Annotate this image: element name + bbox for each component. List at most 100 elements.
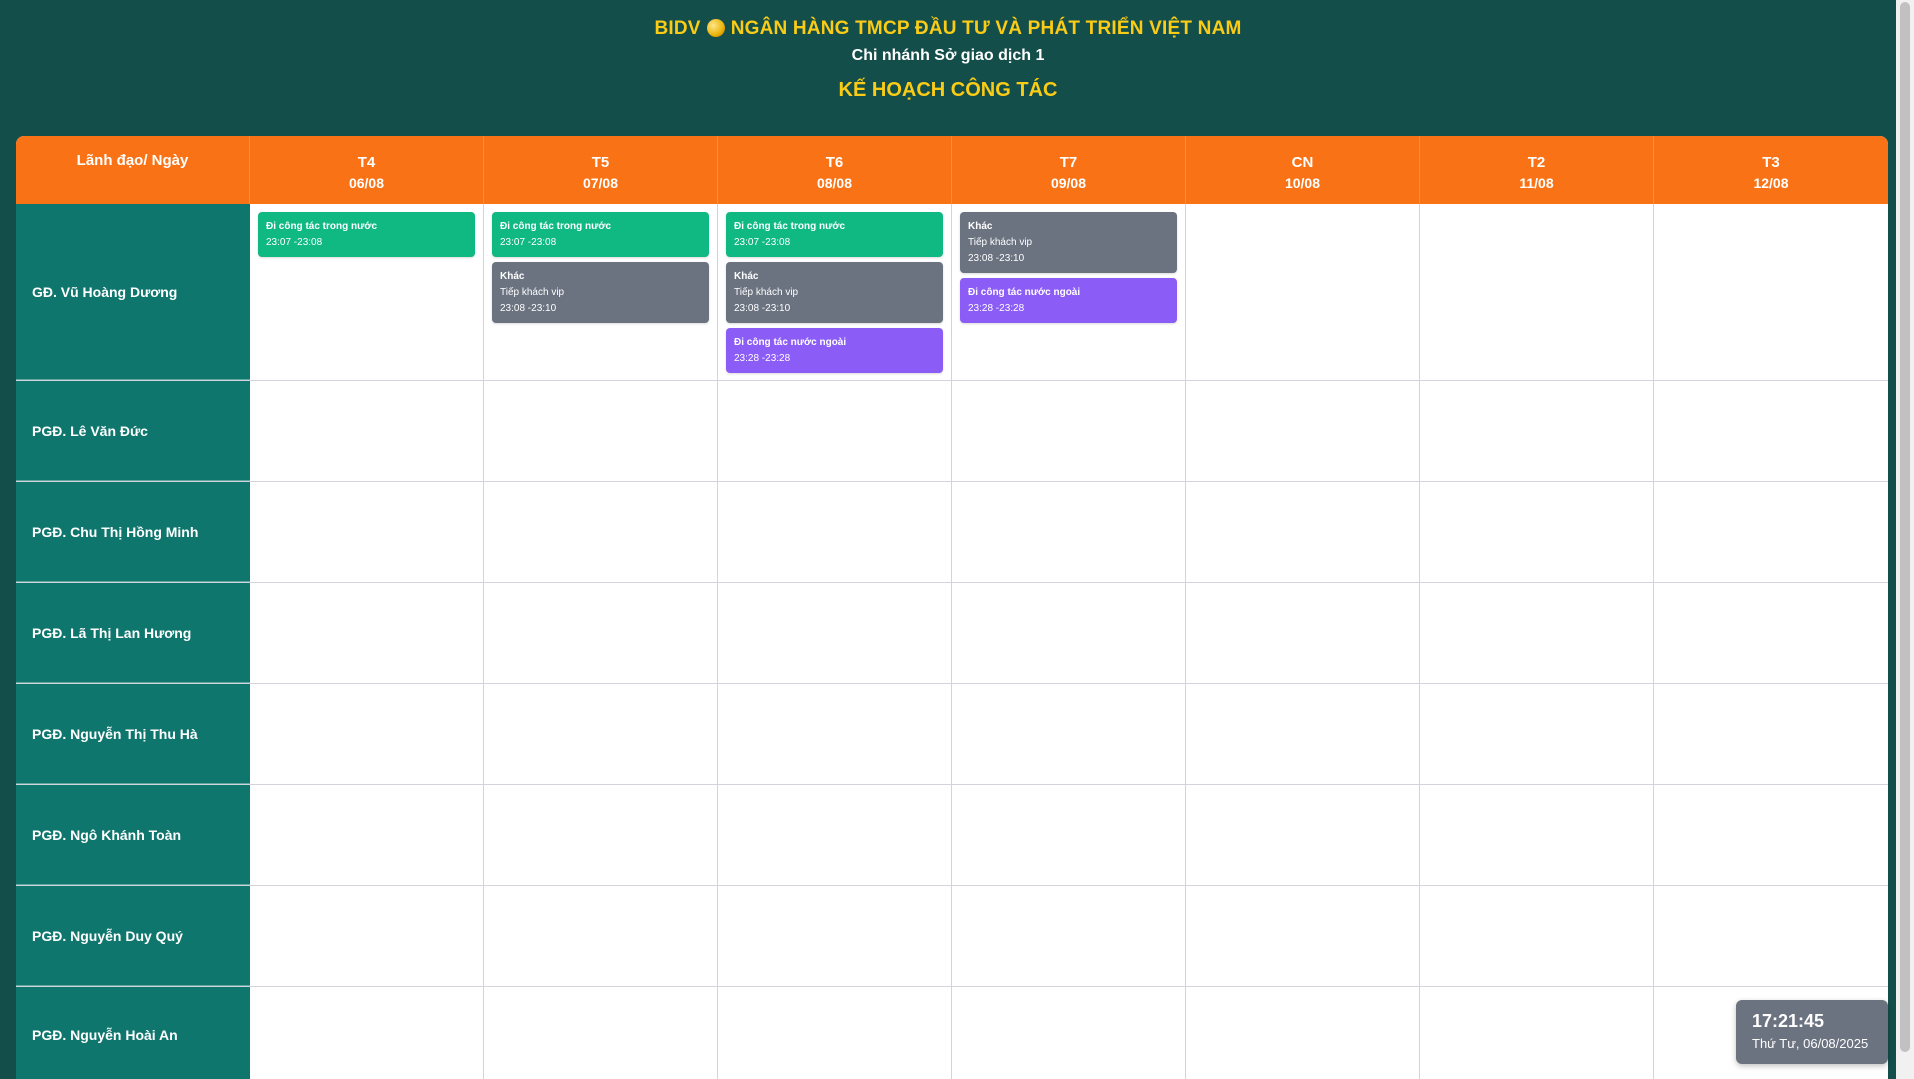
day-cell[interactable] [1654,204,1888,380]
event-card[interactable]: Đi công tác trong nước 23:07 -23:08 [492,212,709,257]
day-cell[interactable] [952,482,1186,582]
bank-code: BIDV [654,18,701,39]
vertical-scrollbar[interactable] [1896,0,1914,1079]
day-cell[interactable] [1654,583,1888,683]
day-cell[interactable] [718,886,952,986]
day-cell[interactable] [718,684,952,784]
event-card[interactable]: Khác Tiếp khách vip 23:08 -23:10 [492,262,709,323]
table-row: PGĐ. Ngô Khánh Toàn [16,785,1888,886]
leader-name: GĐ. Vũ Hoàng Dương [16,204,250,380]
day-cell[interactable] [718,987,952,1079]
day-cell[interactable] [1186,482,1420,582]
day-cell[interactable] [1186,204,1420,380]
day-cell[interactable] [1420,583,1654,683]
day-cell[interactable] [1186,381,1420,481]
day-header: T5 07/08 [484,136,718,204]
day-cell[interactable] [484,684,718,784]
day-cell[interactable] [718,583,952,683]
event-desc: Tiếp khách vip [734,287,799,298]
day-cell[interactable] [250,886,484,986]
day-date: 09/08 [1050,175,1087,191]
event-card[interactable]: Đi công tác trong nước 23:07 -23:08 [258,212,475,257]
day-of-week: T2 [1527,154,1546,171]
table-row: PGĐ. Nguyễn Thị Thu Hà [16,684,1888,785]
event-card[interactable]: Khác Tiếp khách vip 23:08 -23:10 [726,262,943,323]
day-cell[interactable] [250,482,484,582]
leader-name: PGĐ. Nguyễn Hoài An [16,987,250,1079]
scrollbar-thumb[interactable] [1900,2,1910,1052]
day-cell[interactable] [250,381,484,481]
leader-name: PGĐ. Lê Văn Đức [16,381,250,481]
day-cell[interactable] [952,684,1186,784]
day-header: T7 09/08 [952,136,1186,204]
bidv-logo-icon [706,19,725,37]
day-of-week: T5 [591,154,610,171]
day-cell[interactable] [250,987,484,1079]
leader-name: PGĐ. Ngô Khánh Toàn [16,785,250,885]
day-cell[interactable] [952,987,1186,1079]
day-cell[interactable]: Đi công tác trong nước 23:07 -23:08 [250,204,484,380]
day-cell[interactable] [952,785,1186,885]
day-cell[interactable]: Đi công tác trong nước 23:07 -23:08 Khác… [484,204,718,380]
day-cell[interactable] [1654,886,1888,986]
day-cell[interactable] [1420,684,1654,784]
event-card[interactable]: Đi công tác nước ngoài 23:28 -23:28 [726,328,943,373]
table-header-row: Lãnh đạo/ Ngày T4 06/08 T5 07/08 T6 08/08 T… [16,136,1888,204]
day-cell[interactable]: Đi công tác trong nước 23:07 -23:08 Khác… [718,204,952,380]
day-cell[interactable] [1420,482,1654,582]
day-cell[interactable] [484,785,718,885]
day-header: T6 08/08 [718,136,952,204]
schedule-table: Lãnh đạo/ Ngày T4 06/08 T5 07/08 T6 08/08 T… [16,136,1888,1079]
day-date: 08/08 [816,175,853,191]
day-cell[interactable] [1654,482,1888,582]
day-cell[interactable] [484,886,718,986]
event-card[interactable]: Đi công tác trong nước 23:07 -23:08 [726,212,943,257]
day-cell[interactable] [250,684,484,784]
day-cell[interactable] [1420,204,1654,380]
day-cell[interactable] [484,583,718,683]
day-cell[interactable]: Khác Tiếp khách vip 23:08 -23:10 Đi công… [952,204,1186,380]
leader-name: PGĐ. Chu Thị Hồng Minh [16,482,250,582]
table-row: PGĐ. Chu Thị Hồng Minh [16,482,1888,583]
day-date: 12/08 [1753,175,1789,191]
day-cell[interactable] [718,482,952,582]
day-cell[interactable] [484,482,718,582]
event-desc: Tiếp khách vip [500,287,565,298]
day-cell[interactable] [1420,987,1654,1079]
event-title: Đi công tác nước ngoài [734,337,847,348]
day-cell[interactable] [1186,987,1420,1079]
day-cell[interactable] [718,785,952,885]
event-time: 23:08 -23:10 [500,303,557,314]
day-cell[interactable] [1654,684,1888,784]
day-of-week: T6 [825,154,844,171]
day-cell[interactable] [1186,684,1420,784]
day-cell[interactable] [484,381,718,481]
day-date: 07/08 [582,175,619,191]
event-card[interactable]: Khác Tiếp khách vip 23:08 -23:10 [960,212,1177,273]
table-row: PGĐ. Lã Thị Lan Hương [16,583,1888,684]
event-title: Khác [500,271,525,282]
day-cell[interactable] [250,583,484,683]
day-cell[interactable] [1186,886,1420,986]
day-cell[interactable] [718,381,952,481]
day-cell[interactable] [952,583,1186,683]
day-cell[interactable] [1654,381,1888,481]
event-card[interactable]: Đi công tác nước ngoài 23:28 -23:28 [960,278,1177,323]
day-cell[interactable] [952,886,1186,986]
day-cell[interactable] [484,987,718,1079]
day-cell[interactable] [952,381,1186,481]
clock-date: Thứ Tư, 06/08/2025 [1752,1036,1869,1051]
leader-name: PGĐ. Nguyễn Duy Quý [16,886,250,986]
event-title: Đi công tác trong nước [734,221,846,232]
day-header: CN 10/08 [1186,136,1420,204]
day-cell[interactable] [1420,785,1654,885]
day-cell[interactable] [1186,583,1420,683]
day-cell[interactable] [250,785,484,885]
day-cell[interactable] [1420,381,1654,481]
event-title: Đi công tác trong nước [266,221,378,232]
page-title: KẾ HOẠCH CÔNG TÁC [838,79,1058,101]
day-cell[interactable] [1420,886,1654,986]
page-header: BIDV NGÂN HÀNG TMCP ĐẦU TƯ VÀ PHÁT TRIỂN … [0,0,1896,136]
day-cell[interactable] [1654,785,1888,885]
day-cell[interactable] [1186,785,1420,885]
